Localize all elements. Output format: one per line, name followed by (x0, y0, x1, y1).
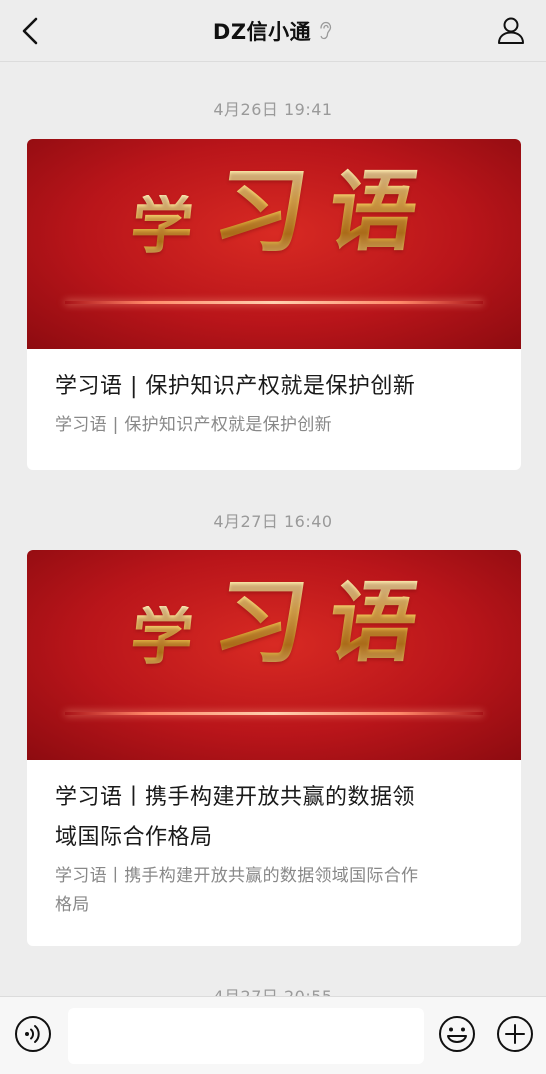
article-banner-image: 学 习 语 (27, 550, 521, 760)
back-button[interactable] (14, 14, 46, 48)
plus-icon[interactable] (496, 1015, 534, 1053)
chevron-left-icon (22, 17, 38, 45)
article-card[interactable]: 学 习 语 学习语丨携手构建开放共赢的数据领 域国际合作格局 学习语丨携手构建开… (27, 550, 521, 946)
voice-icon[interactable] (14, 1015, 52, 1053)
article-banner-image: 学 习 语 (27, 139, 521, 349)
message-timestamp: 4月27日 20:55 (0, 983, 546, 996)
profile-button[interactable] (494, 13, 528, 47)
chat-input-bar (0, 996, 546, 1074)
article-description: 学习语 | 保护知识产权就是保护创新 (55, 415, 332, 435)
chat-title-group: DZ信小通 (213, 16, 333, 46)
article-description: 学习语丨携手构建开放共赢的数据领域国际合作 格局 (55, 866, 419, 915)
message-feed[interactable]: 4月26日 19:41 学 习 语 学习语 | 保护知识产权就是保护创新 学习语… (0, 62, 546, 996)
article-title: 学习语丨携手构建开放共赢的数据领 域国际合作格局 (55, 785, 416, 850)
banner-glow-line (65, 712, 483, 715)
banner-calligraphy: 学 习 语 (127, 568, 425, 676)
message-timestamp: 4月27日 16:40 (213, 512, 333, 531)
person-icon (498, 17, 524, 44)
emoji-icon[interactable] (438, 1015, 476, 1053)
article-body: 学习语 | 保护知识产权就是保护创新 学习语 | 保护知识产权就是保护创新 (27, 349, 521, 460)
chat-title: DZ信小通 (212, 19, 312, 44)
banner-glow-line (65, 301, 483, 304)
article-title: 学习语 | 保护知识产权就是保护创新 (55, 374, 416, 399)
message-timestamp: 4月26日 19:41 (213, 100, 333, 119)
message-input[interactable] (68, 1008, 424, 1064)
article-body: 学习语丨携手构建开放共赢的数据领 域国际合作格局 学习语丨携手构建开放共赢的数据… (27, 760, 521, 940)
article-card[interactable]: 学 习 语 学习语 | 保护知识产权就是保护创新 学习语 | 保护知识产权就是保… (27, 139, 521, 470)
ear-icon (320, 21, 332, 39)
chat-header: DZ信小通 (0, 0, 546, 62)
banner-calligraphy: 学 习 语 (127, 157, 425, 265)
chat-screen: DZ信小通 4月26日 19:41 学 习 语 学习语 | 保护知识产权就是保护… (0, 0, 546, 1074)
